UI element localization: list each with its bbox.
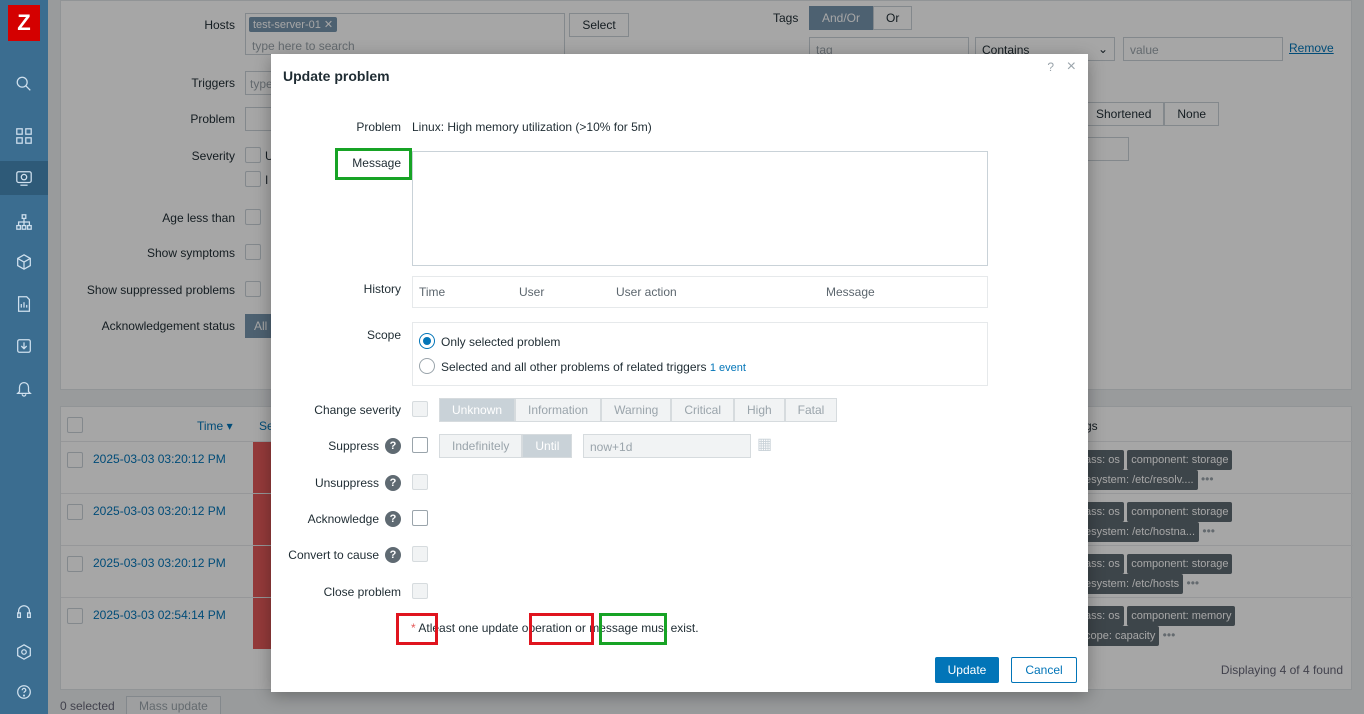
operation-highlight [529,613,594,645]
problem-label: Problem [356,120,401,134]
severity-critical[interactable]: Critical [671,398,734,422]
suppress-duration-segment: Indefinitely Until [439,434,573,458]
severity-segment: Unknown Information Warning Critical Hig… [439,398,838,422]
sidebar: Z [0,0,48,714]
message-word-highlight [599,613,667,645]
alerts-icon[interactable] [12,376,36,400]
history-col-time: Time [419,285,446,299]
acknowledge-checkbox[interactable] [412,510,428,526]
suppress-checkbox[interactable] [412,437,428,453]
dashboard-icon[interactable] [12,124,36,148]
change-severity-label: Change severity [314,403,401,417]
monitoring-icon[interactable] [0,161,48,195]
history-col-user: User [519,285,545,299]
support-icon[interactable] [12,600,36,624]
cancel-button[interactable]: Cancel [1011,657,1077,683]
scope-all-radio[interactable] [419,358,435,374]
search-icon[interactable] [12,72,36,96]
scope-option-1-label[interactable]: Only selected problem [441,335,560,349]
change-severity-checkbox[interactable] [412,401,428,417]
message-textarea[interactable] [412,151,988,266]
suppress-help-icon[interactable]: ? [385,438,401,454]
severity-fatal[interactable]: Fatal [784,398,838,422]
data-collection-icon[interactable] [12,334,36,358]
history-table: Time User User action Message [412,276,988,308]
network-icon[interactable] [12,210,36,234]
update-problem-dialog: Update problem ? × Problem Linux: High m… [271,54,1088,692]
unsuppress-label: Unsuppress [314,476,379,490]
help-icon[interactable]: ? [1047,60,1054,74]
reports-icon[interactable] [12,292,36,316]
unsuppress-help-icon[interactable]: ? [385,475,401,491]
severity-information[interactable]: Information [515,398,602,422]
acknowledge-label: Acknowledge [307,512,379,526]
close-icon[interactable]: × [1067,58,1076,76]
close-problem-checkbox[interactable] [412,583,428,599]
history-col-message: Message [826,285,875,299]
suppress-indefinitely[interactable]: Indefinitely [439,434,523,458]
calendar-icon[interactable]: ▦ [757,434,772,454]
severity-high[interactable]: High [733,398,785,422]
severity-unknown[interactable]: Unknown [439,398,516,422]
suppress-label: Suppress [328,439,379,453]
suppress-until-input[interactable]: now+1d [583,434,751,458]
convert-to-cause-checkbox[interactable] [412,546,428,562]
scope-selected-radio[interactable] [419,333,435,349]
history-col-action: User action [616,285,677,299]
required-star-highlight [396,613,438,645]
acknowledge-help-icon[interactable]: ? [385,511,401,527]
update-button[interactable]: Update [935,657,999,683]
scope-option-2-text: Selected and all other problems of relat… [441,360,707,374]
inventory-icon[interactable] [12,250,36,274]
dialog-title: Update problem [283,68,390,84]
scope-label: Scope [366,328,401,342]
note-text-2: least one update [429,621,519,635]
integrations-icon[interactable] [12,640,36,664]
message-label-highlight [335,148,412,180]
zabbix-logo[interactable]: Z [8,5,40,41]
convert-to-cause-label: Convert to cause [288,548,379,562]
suppress-until-value: now+1d [590,440,633,454]
severity-warning[interactable]: Warning [601,398,672,422]
history-label: History [363,282,401,296]
help-icon[interactable] [12,680,36,704]
scope-options: Only selected problem Selected and all o… [412,322,988,386]
problem-value: Linux: High memory utilization (>10% for… [412,120,652,134]
close-problem-label: Close problem [323,585,401,599]
unsuppress-checkbox[interactable] [412,474,428,490]
convert-help-icon[interactable]: ? [385,547,401,563]
scope-option-2-label[interactable]: Selected and all other problems of relat… [441,360,746,374]
scope-events-link[interactable]: 1 event [710,362,746,374]
suppress-until[interactable]: Until [522,434,573,458]
